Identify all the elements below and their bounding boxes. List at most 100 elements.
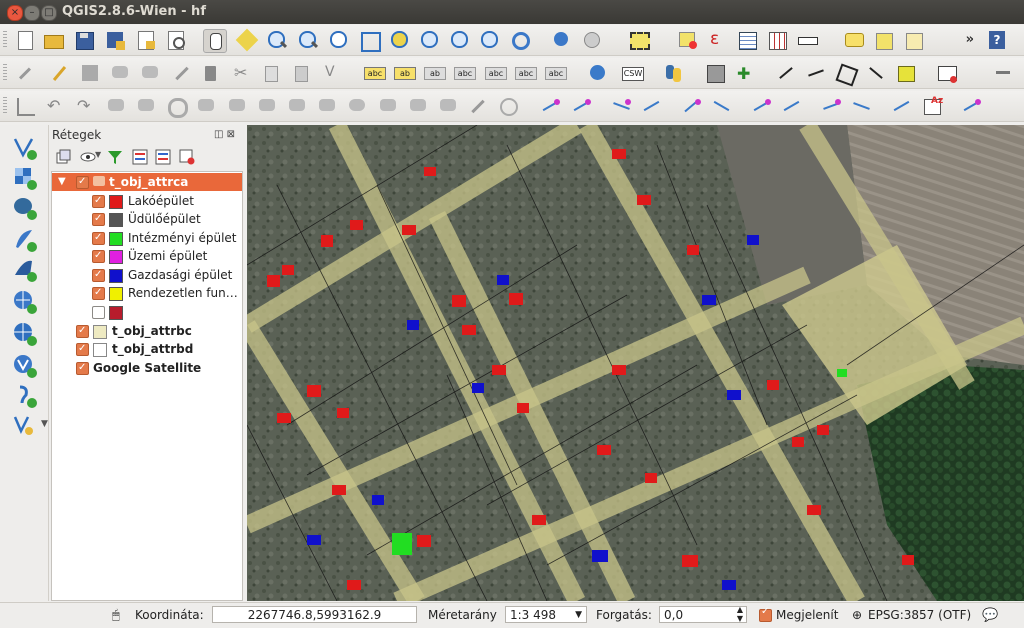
digitize-node-11-icon[interactable] xyxy=(891,95,913,117)
add-nodes-icon[interactable]: ✚ xyxy=(734,62,756,84)
zoom-last-icon[interactable] xyxy=(449,29,471,51)
add-spatialite-layer-icon[interactable] xyxy=(12,227,38,253)
layer-visibility-checkbox[interactable] xyxy=(76,173,89,191)
reshape-features-icon[interactable] xyxy=(316,95,338,117)
node-tool-icon[interactable] xyxy=(170,62,192,84)
minimize-window-button[interactable]: – xyxy=(24,5,40,21)
add-ring-icon[interactable] xyxy=(165,95,188,118)
toggle-editing-icon[interactable] xyxy=(48,62,70,84)
show-hide-labels-icon[interactable]: ab xyxy=(423,62,446,84)
refresh-icon[interactable] xyxy=(509,29,531,51)
layer-labeling-icon[interactable]: abc xyxy=(363,62,386,84)
merge-attributes-icon[interactable] xyxy=(467,95,489,117)
pan-map-icon[interactable] xyxy=(203,29,227,53)
zoom-to-layer-icon[interactable] xyxy=(419,29,441,51)
layer-visibility-checkbox[interactable] xyxy=(76,340,89,358)
pan-to-selection-icon[interactable] xyxy=(235,28,259,52)
save-layer-edits-icon[interactable] xyxy=(79,62,101,84)
rotate-feature-icon[interactable] xyxy=(105,95,127,117)
map-canvas[interactable] xyxy=(247,125,1024,601)
layer-row-t-obj-attrbd[interactable]: t_obj_attrbd xyxy=(52,340,242,358)
run-feature-action-icon[interactable] xyxy=(581,29,603,51)
change-label-icon[interactable]: abc xyxy=(514,62,537,84)
collapse-arrow-icon[interactable]: ▼ xyxy=(58,173,66,191)
polyline-tool-icon[interactable] xyxy=(805,62,827,84)
mouse-icon[interactable]: 🖱 xyxy=(112,608,120,623)
zoom-native-resolution-icon[interactable] xyxy=(328,29,350,51)
new-bookmark-icon[interactable] xyxy=(873,29,895,51)
add-wfs-layer-icon[interactable] xyxy=(12,353,38,379)
save-as-icon[interactable] xyxy=(104,29,126,51)
split-parts-icon[interactable] xyxy=(407,95,429,117)
maximize-window-button[interactable]: □ xyxy=(41,5,57,21)
delete-part-icon[interactable] xyxy=(286,95,308,117)
spin-arrows-icon[interactable]: ▲ ▼ xyxy=(737,605,743,623)
undo-icon[interactable]: ↶ xyxy=(44,95,66,117)
plugin-icon[interactable] xyxy=(895,62,917,84)
move-label-icon[interactable]: abc xyxy=(453,62,476,84)
legend-checkbox[interactable] xyxy=(92,229,105,247)
new-print-composer-icon[interactable] xyxy=(134,29,156,51)
legend-checkbox[interactable] xyxy=(92,247,105,265)
add-group-icon[interactable] xyxy=(55,149,71,165)
legend-checkbox[interactable] xyxy=(92,284,105,302)
legend-checkbox[interactable] xyxy=(92,210,105,228)
zoom-in-icon[interactable] xyxy=(266,29,288,51)
toolbar-overflow-icon[interactable]: » xyxy=(966,32,974,47)
toolbar-grip[interactable] xyxy=(3,97,7,115)
legend-item-other[interactable] xyxy=(52,303,242,321)
delete-selected-icon[interactable] xyxy=(200,62,222,84)
move-feature-icon[interactable] xyxy=(139,62,161,84)
identify-features-icon[interactable] xyxy=(551,29,573,51)
legend-checkbox[interactable] xyxy=(92,306,105,319)
fill-ring-icon[interactable] xyxy=(226,95,248,117)
simplify-feature-icon[interactable] xyxy=(135,95,157,117)
deselect-all-icon[interactable] xyxy=(676,29,698,51)
render-checkbox[interactable] xyxy=(759,606,772,622)
legend-item-lakoepulet[interactable]: Lakóépület xyxy=(52,192,242,210)
add-postgis-layer-icon[interactable] xyxy=(12,195,38,221)
rotate-label-icon[interactable]: abc xyxy=(484,62,507,84)
dropdown-arrow-icon[interactable]: ▼ xyxy=(575,607,582,624)
zoom-full-icon[interactable] xyxy=(358,29,381,52)
merge-features-icon[interactable] xyxy=(437,95,459,117)
manage-visibility-icon[interactable]: ▼ xyxy=(80,149,101,165)
measure-line-icon[interactable] xyxy=(796,29,818,51)
statistical-summary-icon[interactable] xyxy=(766,29,788,51)
redo-icon[interactable]: ↷ xyxy=(74,95,96,117)
messages-icon[interactable]: 💬 xyxy=(982,608,998,623)
new-shapefile-layer-icon[interactable]: ▼ xyxy=(12,413,48,439)
split-features-icon[interactable] xyxy=(377,95,399,117)
paste-features-icon[interactable] xyxy=(290,62,312,84)
toolbar-misc-icon[interactable] xyxy=(993,62,1015,84)
legend-item-udulo[interactable]: Üdülőépület xyxy=(52,210,242,228)
polygon-tool-icon[interactable] xyxy=(835,62,859,87)
layer-row-t-obj-attrbc[interactable]: t_obj_attrbc xyxy=(52,322,242,340)
delete-ring-icon[interactable] xyxy=(256,95,278,117)
label-properties-icon[interactable]: abc xyxy=(544,62,567,84)
layer-row-google-satellite[interactable]: Google Satellite xyxy=(52,359,242,377)
help-icon[interactable]: ? xyxy=(986,29,1008,51)
zoom-out-icon[interactable] xyxy=(297,29,319,51)
offset-curve-icon[interactable] xyxy=(346,95,368,117)
digitize-node-12-icon[interactable] xyxy=(961,95,983,117)
digitize-node-9-icon[interactable] xyxy=(821,95,843,117)
calculator-icon[interactable] xyxy=(704,62,726,84)
layer-visibility-checkbox[interactable] xyxy=(76,322,89,340)
digitize-node-6-icon[interactable] xyxy=(711,95,733,117)
print-preview-icon[interactable] xyxy=(936,62,958,84)
composer-manager-icon[interactable] xyxy=(164,29,186,51)
digitize-node-4-icon[interactable] xyxy=(641,95,663,117)
legend-checkbox[interactable] xyxy=(92,192,105,210)
globe-web-icon[interactable] xyxy=(587,62,609,84)
add-feature-icon[interactable] xyxy=(109,62,131,84)
advanced-digitizing-icon[interactable] xyxy=(14,95,36,117)
legend-item-rendezetlen[interactable]: Rendezetlen fun… xyxy=(52,284,242,302)
float-panel-icon[interactable]: ◫ xyxy=(214,129,223,140)
digitize-node-2-icon[interactable] xyxy=(571,95,593,117)
add-delimited-text-layer-icon[interactable] xyxy=(12,383,38,409)
digitize-node-8-icon[interactable] xyxy=(781,95,803,117)
new-project-icon[interactable] xyxy=(14,29,36,51)
map-tips-icon[interactable] xyxy=(843,29,865,51)
legend-item-intezmenyi[interactable]: Intézményi épület xyxy=(52,229,242,247)
